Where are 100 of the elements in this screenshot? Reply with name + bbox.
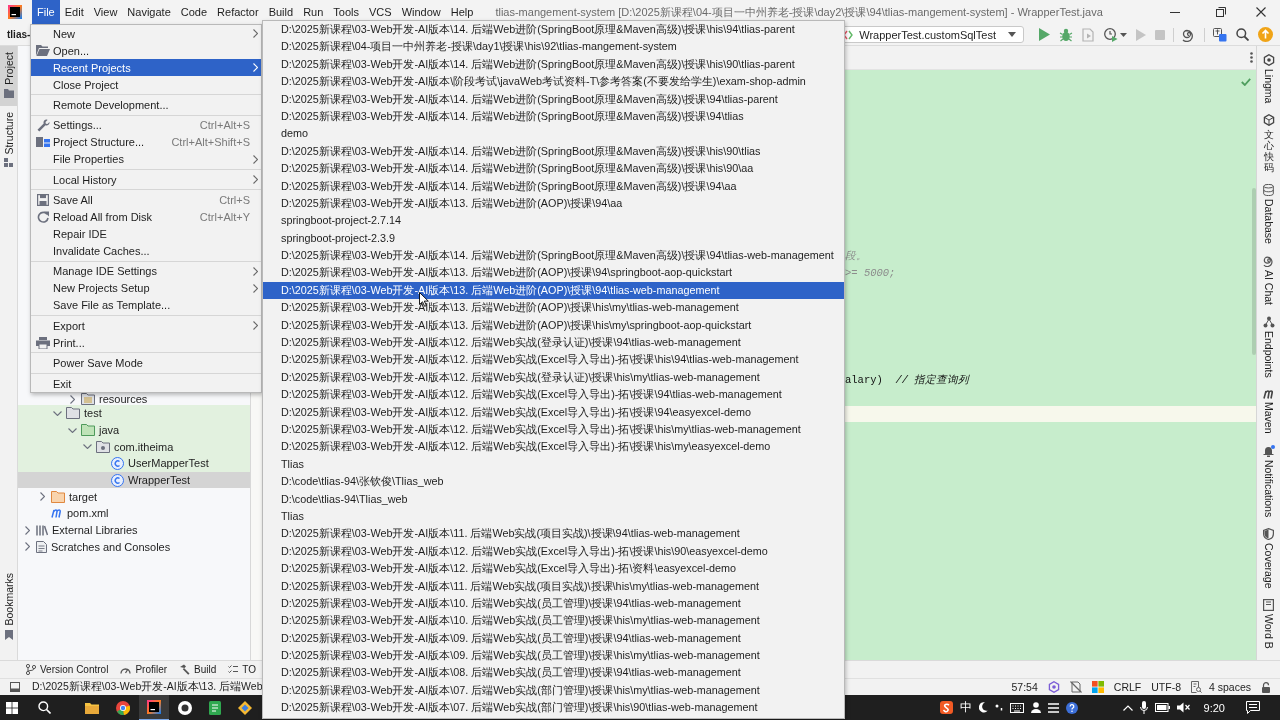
menu-item[interactable]: D:\2025新课程\03-Web开发-AI版本\12. 后端Web实战(Excel导入导出)-拓\授课\94\easyexcel-demo xyxy=(263,403,844,421)
project-name[interactable]: tlias- xyxy=(7,29,31,40)
chevron-right-icon[interactable] xyxy=(25,542,30,552)
person-icon[interactable] xyxy=(1030,702,1041,713)
bug-icon[interactable] xyxy=(1059,27,1073,42)
clock-play-icon[interactable] xyxy=(1104,27,1118,42)
ring-icon[interactable] xyxy=(178,700,192,715)
caret-position[interactable]: 57:54 xyxy=(1011,681,1038,693)
chevron-down-icon[interactable] xyxy=(53,410,62,416)
moon-icon[interactable] xyxy=(978,702,988,713)
menu-item[interactable]: D:\2025新课程\03-Web开发-AI版本\12. 后端Web实战(登录认证)\授课\his\my\tlias-web-management xyxy=(263,368,844,387)
tree-item[interactable]: com.itheima xyxy=(18,438,250,456)
overlapping-squares-icon[interactable] xyxy=(1213,27,1227,42)
tree-item[interactable]: target xyxy=(18,488,250,506)
menu-item[interactable]: D:\2025新课程\03-Web开发-AI版本\12. 后端Web实战(Excel导入导出)-拓\授课\his\94\tlias-web-management xyxy=(263,351,844,369)
menu-item[interactable]: D:\2025新课程\03-Web开发-AI版本\14. 后端Web进阶(SpringBoot原理&Maven高级)\授课\his\90\tlias-parent xyxy=(263,55,844,74)
menu-item[interactable]: D:\2025新课程\03-Web开发-AI版本\09. 后端Web实战(员工管理)\授课\his\my\tlias-web-management xyxy=(263,647,844,665)
menu-item[interactable]: D:\2025新课程\03-Web开发-AI版本\阶段考试\javaWeb考试资料-T\参考答案(不要发给学生)\exam-shop-admin xyxy=(263,73,844,91)
more-options-icon[interactable] xyxy=(1250,52,1253,63)
menu-item[interactable]: Edit xyxy=(59,0,89,24)
menu-item[interactable]: Recent Projects xyxy=(31,59,261,76)
tool-window-button[interactable]: Version Control xyxy=(26,664,109,675)
tool-window-button[interactable]: Coverage xyxy=(1262,527,1275,589)
menu-item[interactable]: View xyxy=(88,0,123,24)
tool-window-button[interactable]: Endpoints xyxy=(1262,316,1275,379)
menu-item[interactable]: Help xyxy=(445,0,479,24)
chevron-right-icon[interactable] xyxy=(70,394,75,404)
menu-item[interactable]: Close Project xyxy=(31,76,261,93)
menu-item[interactable]: Project Structure... Ctrl+Alt+Shift+S xyxy=(31,133,261,151)
menu-item[interactable]: Exit xyxy=(31,375,261,392)
menu-item[interactable]: D:\2025新课程\03-Web开发-AI版本\13. 后端Web进阶(AOP)\授课\94\aa xyxy=(263,194,844,213)
menu-item[interactable]: Reload All from Disk Ctrl+Alt+Y xyxy=(31,208,261,226)
caret-icon[interactable] xyxy=(1120,32,1127,37)
keyboard-icon[interactable] xyxy=(1009,702,1024,713)
menu-item[interactable]: Navigate xyxy=(122,0,176,24)
run-icon[interactable] xyxy=(1039,28,1050,41)
menu-item[interactable]: Power Save Mode xyxy=(31,354,261,372)
notebook-icon[interactable] xyxy=(209,700,221,715)
menu-item[interactable]: D:\2025新课程\03-Web开发-AI版本\14. 后端Web进阶(SpringBoot原理&Maven高级)\授课\his\90\aa xyxy=(263,160,844,178)
tool-window-button[interactable]: Notifications xyxy=(1262,444,1275,517)
menu-item[interactable]: D:\2025新课程\03-Web开发-AI版本\13. 后端Web进阶(AOP)\授课\his\my\springboot-aop-quickstart xyxy=(263,316,844,335)
tool-window-button[interactable]: Maven xyxy=(1262,389,1275,434)
crossed-document-icon[interactable] xyxy=(1069,681,1082,693)
dots-icon[interactable] xyxy=(994,704,1003,711)
search-icon[interactable] xyxy=(1236,28,1249,41)
tool-window-tab[interactable]: Structure xyxy=(0,105,17,176)
tree-item[interactable]: UserMapperTest xyxy=(18,455,250,472)
four-squares-icon[interactable] xyxy=(1091,681,1104,693)
tool-window-button[interactable]: Lingma xyxy=(1262,54,1275,104)
menu-item[interactable]: Invalidate Caches... xyxy=(31,242,261,260)
menu-item[interactable]: VCS xyxy=(364,0,397,24)
menu-item[interactable]: D:\code\tlias-94\张钦俊\Tlias_web xyxy=(263,473,844,491)
tree-item[interactable]: External Libraries xyxy=(18,521,250,539)
search-icon[interactable] xyxy=(38,701,51,714)
menu-item[interactable]: D:\2025新课程\03-Web开发-AI版本\12. 后端Web实战(Excel导入导出)-拓\授课\his\90\easyexcel-demo xyxy=(263,542,844,561)
menu-item[interactable]: File xyxy=(32,0,60,24)
menu-item[interactable]: D:\2025新课程\03-Web开发-AI版本\11. 后端Web实战(项目实战)\授课\his\my\tlias-web-management xyxy=(263,577,844,595)
menu-item[interactable]: D:\2025新课程\03-Web开发-AI版本\07. 后端Web实战(部门管理)\授课\his\my\tlias-web-management xyxy=(263,681,844,700)
panel-icon[interactable] xyxy=(10,682,20,692)
start-icon[interactable] xyxy=(6,701,18,714)
line-separator[interactable]: CRLF xyxy=(1113,681,1142,693)
tool-window-button[interactable]: AI Chat xyxy=(1262,255,1275,306)
menu-item[interactable]: Tools xyxy=(328,0,364,24)
menu-item[interactable]: Print... xyxy=(31,334,261,352)
menu-item[interactable]: Tlias xyxy=(263,455,844,474)
chevron-down-icon[interactable] xyxy=(68,427,77,433)
menu-item[interactable]: demo xyxy=(263,125,844,143)
chevron-up-icon[interactable] xyxy=(1122,704,1133,711)
menu-item[interactable]: D:\2025新课程\03-Web开发-AI版本\12. 后端Web实战(Excel导入导出)-拓\授课\94\tlias-web-management xyxy=(263,386,844,404)
menu-item[interactable]: Refactor xyxy=(212,0,264,24)
tool-window-button[interactable]: Database xyxy=(1262,184,1275,245)
menu-item[interactable]: Export xyxy=(31,317,261,335)
notification-icon[interactable] xyxy=(1246,701,1260,714)
file-encoding[interactable]: UTF-8 xyxy=(1151,681,1181,693)
menu-item[interactable]: Save All Ctrl+S xyxy=(31,191,261,209)
menu-item[interactable]: D:\2025新课程\03-Web开发-AI版本\14. 后端Web进阶(SpringBoot原理&Maven高级)\授课\his\90\tlias xyxy=(263,142,844,161)
tool-window-button[interactable]: Profiler xyxy=(120,664,168,675)
menu-item[interactable]: Manage IDE Settings xyxy=(31,262,261,280)
chevron-right-icon[interactable] xyxy=(40,492,45,502)
menu-item[interactable]: Code xyxy=(175,0,213,24)
microphone-icon[interactable] xyxy=(1139,701,1148,714)
clock-time[interactable]: 9:20 xyxy=(1203,701,1225,714)
tool-window-button[interactable]: Word B xyxy=(1262,599,1275,650)
menu-item[interactable]: D:\2025新课程\03-Web开发-AI版本\12. 后端Web实战(Excel导入导出)-拓\授课\his\my\easyexcel-demo xyxy=(263,438,844,456)
help-icon[interactable] xyxy=(1065,701,1078,714)
menu-item[interactable]: Save File as Template... xyxy=(31,296,261,314)
menu-item[interactable]: D:\2025新课程\03-Web开发-AI版本\11. 后端Web实战(项目实战)\授课\94\tlias-web-management xyxy=(263,525,844,543)
menu-item[interactable]: New xyxy=(31,25,261,42)
chevron-down-icon[interactable] xyxy=(83,444,92,450)
menu-item[interactable]: Settings... Ctrl+Alt+S xyxy=(31,116,261,134)
browser-icon[interactable] xyxy=(116,700,130,715)
list-icon[interactable] xyxy=(1047,702,1059,713)
minimize-icon[interactable] xyxy=(1170,11,1180,13)
menu-item[interactable]: D:\2025新课程\03-Web开发-AI版本\14. 后端Web进阶(SpringBoot原理&Maven高级)\授课\94\tlias-web-management xyxy=(263,247,844,265)
menu-item[interactable]: D:\code\tlias-94\Tlias_web xyxy=(263,490,844,508)
menu-item[interactable]: D:\2025新课程\03-Web开发-AI版本\14. 后端Web进阶(SpringBoot原理&Maven高级)\授课\94\tlias xyxy=(263,107,844,126)
scrollbar-thumb[interactable] xyxy=(1252,188,1256,355)
app-logo-icon[interactable] xyxy=(139,694,169,720)
menu-item[interactable]: Build xyxy=(263,0,299,24)
menu-item[interactable]: D:\2025新课程\03-Web开发-AI版本\13. 后端Web进阶(AOP)\授课\94\springboot-aop-quickstart xyxy=(263,264,844,282)
